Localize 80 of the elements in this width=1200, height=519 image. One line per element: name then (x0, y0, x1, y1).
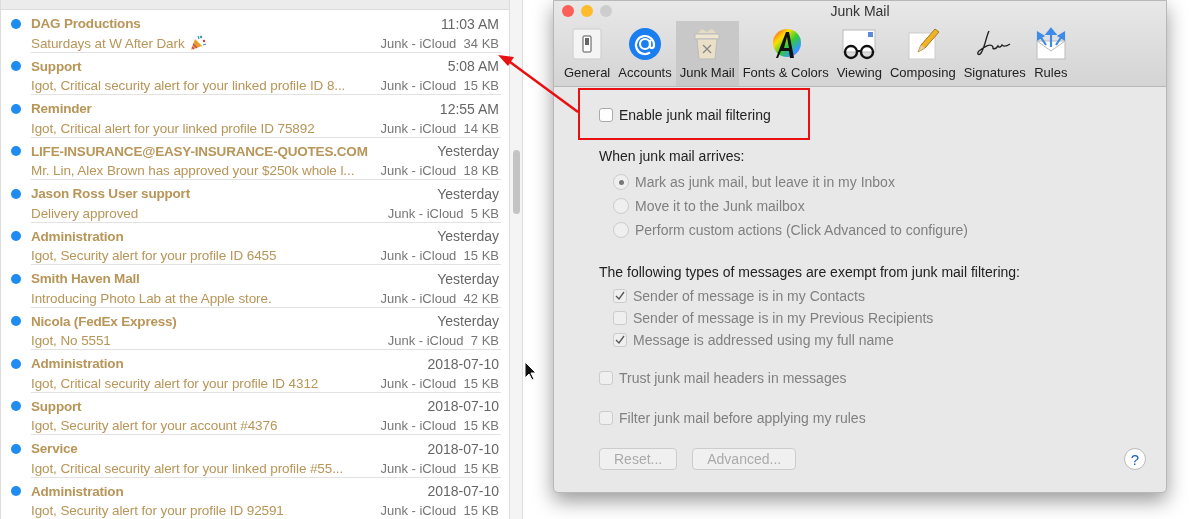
mailbox-size: Junk - iCloud 15 KB (379, 78, 499, 93)
message-subject: Igot, Security alert for your profile ID 6455 (31, 248, 277, 263)
message-time: 12:55 AM (438, 100, 499, 117)
message-subject: Igot, Security alert for your account #4376 (31, 418, 278, 433)
message-subject: Mr. Lin, Alex Brown has approved your $250k whole l... (31, 163, 355, 178)
mailbox-size: Junk - iCloud 15 KB (379, 460, 499, 476)
message-time: 5:08 AM (446, 58, 499, 74)
sender-name: Administration (31, 228, 125, 244)
toolbar-tab[interactable]: Fonts & Colors (738, 21, 833, 86)
toolbar-tab[interactable]: Rules (1029, 21, 1072, 86)
sender-name: Smith Haven Mall (31, 271, 141, 286)
mailbox-size: Junk - iCloud 15 KB (379, 503, 499, 518)
message-subject: Introducing Photo Lab at the Apple store. (31, 290, 272, 306)
checkbox-label: Message is addressed using my full name (633, 332, 894, 348)
mailbox-size: Junk - iCloud 34 KB (379, 35, 499, 51)
sender-name: Reminder (31, 101, 93, 116)
message-time: 2018-07-10 (426, 440, 499, 457)
message-subject: Igot, No 5551 (31, 333, 111, 348)
mouse-cursor-icon (524, 361, 538, 381)
toolbar-tab[interactable]: Accounts (614, 21, 676, 86)
message-time: Yesterday (436, 185, 499, 202)
checkbox-label: Filter junk mail before applying my rules (619, 410, 866, 426)
sender-name: Administration (31, 483, 125, 499)
toolbar-tab[interactable]: General (560, 21, 615, 86)
message-time: 2018-07-10 (426, 483, 499, 499)
section-heading: The following types of messages are exempt from junk mail filtering: (599, 264, 1021, 280)
checkbox-label: Sender of message is in my Previous Recipients (633, 310, 934, 326)
checkbox-label: Sender of message is in my Contacts (633, 288, 865, 304)
sender-name: Nicola (FedEx Express) (31, 313, 178, 329)
sender-name: Service (31, 441, 79, 456)
mailbox-size: Junk - iCloud 14 KB (379, 120, 499, 136)
radio-label: Mark as junk mail, but leave it in my Inbox (635, 174, 895, 190)
message-time: Yesterday (436, 228, 499, 244)
mailbox-size: Junk - iCloud 15 KB (379, 375, 499, 391)
mailbox-size: Junk - iCloud 15 KB (379, 418, 499, 433)
toolbar-tab[interactable]: Junk Mail (675, 21, 739, 86)
toolbar-tab[interactable]: Signatures (959, 21, 1030, 86)
scrollbar[interactable] (510, 0, 523, 519)
message-subject: Saturdays at W After Dark (31, 35, 185, 51)
sender-name: LIFE-INSURANCE@EASY-INSURANCE-QUOTES.COM (31, 143, 369, 159)
message-time: 2018-07-10 (426, 398, 499, 414)
checkbox[interactable] (599, 108, 613, 122)
envelope-arrows-icon (1033, 27, 1068, 61)
message-subject: Igot, Critical security alert for your profile ID 4312 (31, 375, 319, 391)
message-time: Yesterday (436, 270, 499, 287)
message-time: Yesterday (436, 143, 499, 159)
mailbox-size: Junk - iCloud 5 KB (386, 205, 499, 221)
sender-name: Administration (31, 356, 125, 371)
checkbox-label: Enable junk mail filtering (619, 107, 771, 123)
toolbar-tab[interactable]: Viewing (832, 21, 886, 86)
mailbox-size: Junk - iCloud 42 KB (379, 290, 499, 306)
paper-pencil-icon (905, 27, 940, 61)
window-title: Junk Mail (830, 3, 890, 19)
sender-name: Support (31, 398, 83, 414)
radio-label: Move it to the Junk mailbox (635, 198, 805, 214)
message-subject: Delivery approved (31, 205, 139, 221)
message-time: 11:03 AM (439, 15, 499, 32)
switch-icon (571, 27, 604, 61)
message-subject: Igot, Security alert for your profile ID 92591 (31, 503, 284, 518)
message-time: 2018-07-10 (426, 355, 499, 372)
sender-name: Jason Ross User support (31, 186, 191, 201)
close-button[interactable] (562, 5, 574, 17)
sender-name: DAG Productions (31, 16, 142, 31)
mailbox-size: Junk - iCloud 7 KB (386, 333, 499, 348)
message-subject: Igot, Critical security alert for your linked profile #55... (31, 460, 344, 476)
mailbox-size: Junk - iCloud 15 KB (379, 248, 499, 263)
toolbar-tab[interactable]: Composing (885, 21, 960, 86)
zoom-button[interactable] (600, 5, 612, 17)
section-heading: When junk mail arrives: (599, 148, 746, 164)
help-button[interactable]: ? (1124, 448, 1146, 470)
checkbox-label: Trust junk mail headers in messages (619, 370, 847, 386)
message-subject: Igot, Critical security alert for your linked profile ID 8... (31, 78, 346, 93)
at-sign-icon (628, 27, 662, 61)
message-time: Yesterday (436, 313, 499, 329)
message-subject: Igot, Critical alert for your linked profile ID 75892 (31, 120, 315, 136)
radio-label: Perform custom actions (Click Advanced to configure) (635, 222, 969, 238)
mailbox-size: Junk - iCloud 18 KB (379, 163, 499, 178)
envelope-glasses-icon (841, 27, 878, 61)
sender-name: Support (31, 58, 83, 74)
minimize-button[interactable] (581, 5, 593, 17)
